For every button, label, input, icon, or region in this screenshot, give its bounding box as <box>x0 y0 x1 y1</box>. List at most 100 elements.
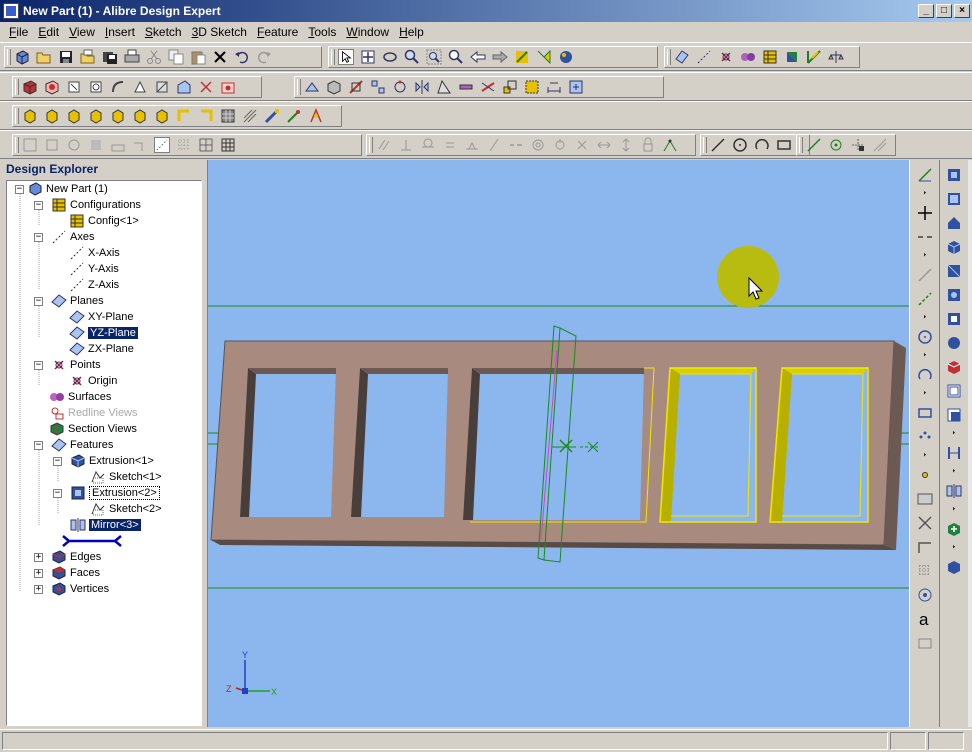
point-icon[interactable] <box>718 49 734 65</box>
collapse-toggle[interactable]: − <box>34 233 43 242</box>
menu-edit[interactable]: Edit <box>33 25 64 39</box>
minimize-button[interactable]: _ <box>918 4 934 18</box>
collapse-toggle[interactable]: − <box>15 185 24 194</box>
collapse-toggle[interactable]: − <box>34 361 43 370</box>
menu-tools[interactable]: Tools <box>303 25 341 39</box>
new-part-icon[interactable] <box>14 49 30 65</box>
sketch-icon[interactable] <box>514 49 530 65</box>
cut-icon[interactable] <box>146 49 162 65</box>
tree-edges[interactable]: + Edges <box>34 549 101 565</box>
paste-icon[interactable] <box>190 49 206 65</box>
cube-7-icon[interactable] <box>154 108 170 124</box>
section-view-icon[interactable] <box>945 444 963 462</box>
grid-icon[interactable] <box>916 562 934 580</box>
collinear-icon[interactable] <box>508 137 524 153</box>
snap-grid-icon[interactable] <box>198 137 214 153</box>
tree-xy-plane[interactable]: XY-Plane <box>69 309 133 325</box>
tree-vertices[interactable]: + Vertices <box>34 581 109 597</box>
explode-icon[interactable] <box>945 558 963 576</box>
measure-icon[interactable] <box>806 49 822 65</box>
dropdown-arrow-icon[interactable] <box>916 390 934 398</box>
menu-file[interactable]: File <box>4 25 33 39</box>
mirrored-window[interactable] <box>659 367 757 523</box>
dropdown-arrow-icon[interactable] <box>945 544 963 552</box>
tree-points[interactable]: − Points <box>34 357 101 373</box>
text-tool-icon[interactable]: a <box>916 610 934 628</box>
render-mode-icon[interactable] <box>945 358 963 376</box>
horizontal-icon[interactable] <box>464 137 480 153</box>
midpoint-icon[interactable] <box>574 137 590 153</box>
dropdown-arrow-icon[interactable] <box>945 468 963 476</box>
top-view-icon[interactable] <box>945 214 963 232</box>
ref-grid-icon[interactable] <box>850 137 866 153</box>
properties-icon[interactable] <box>828 49 844 65</box>
expand-toggle[interactable]: + <box>34 585 43 594</box>
corner-left-icon[interactable] <box>176 108 192 124</box>
front-view-icon[interactable] <box>945 166 963 184</box>
dropdown-arrow-icon[interactable] <box>916 314 934 322</box>
expand-toggle[interactable]: + <box>34 569 43 578</box>
grid-dots-icon[interactable] <box>176 137 192 153</box>
rectangle-tool-icon[interactable] <box>916 404 934 422</box>
extrude-icon[interactable] <box>536 49 552 65</box>
circle-tool-icon[interactable] <box>916 328 934 346</box>
scale-icon[interactable] <box>502 79 518 95</box>
previous-view-icon[interactable] <box>470 49 486 65</box>
collapse-toggle[interactable]: − <box>34 441 43 450</box>
model-view[interactable]: Y Z X <box>208 160 909 727</box>
extend-tool-icon[interactable] <box>916 538 934 556</box>
right-view-icon[interactable] <box>945 262 963 280</box>
tree-extrusion2[interactable]: − Extrusion<2> <box>53 485 160 501</box>
back-view-icon[interactable] <box>945 190 963 208</box>
tree-origin[interactable]: Origin <box>69 373 117 389</box>
snap-point-icon[interactable] <box>916 586 934 604</box>
tree-yz-plane[interactable]: YZ-Plane <box>69 325 138 341</box>
dropdown-arrow-icon[interactable] <box>916 252 934 260</box>
perpendicular-icon[interactable] <box>398 137 414 153</box>
hidden-line-icon[interactable] <box>945 406 963 424</box>
mirror-view-icon[interactable] <box>945 482 963 500</box>
collapse-toggle[interactable]: − <box>53 489 62 498</box>
ref-line-icon[interactable] <box>806 137 822 153</box>
tree-features[interactable]: − Features <box>34 437 113 453</box>
revolve-cut-icon[interactable] <box>88 79 104 95</box>
mirror-feature-icon[interactable] <box>414 79 430 95</box>
menu-window[interactable]: Window <box>341 25 394 39</box>
cube-3-icon[interactable] <box>66 108 82 124</box>
tree-section-views[interactable]: Section Views <box>49 421 137 437</box>
3d-viewport[interactable]: Y Z X <box>207 160 909 727</box>
menu-view[interactable]: View <box>64 25 100 39</box>
tree-config1[interactable]: Config<1> <box>69 213 139 229</box>
zoom-fit-icon[interactable] <box>448 49 464 65</box>
select-icon[interactable] <box>338 49 354 65</box>
lock-icon[interactable] <box>640 137 656 153</box>
trim-tool-icon[interactable] <box>916 514 934 532</box>
tree-axes[interactable]: − Axes <box>34 229 94 245</box>
constraint-icon[interactable] <box>568 79 584 95</box>
arc-tool-icon[interactable] <box>916 366 934 384</box>
compass-icon[interactable] <box>308 108 324 124</box>
explorer-splitter[interactable] <box>202 160 206 730</box>
ref-point-icon[interactable] <box>828 137 844 153</box>
tree-z-axis[interactable]: Z-Axis <box>69 277 119 293</box>
line-tool-icon[interactable] <box>916 166 934 184</box>
brush-icon[interactable] <box>264 108 280 124</box>
close-button[interactable]: × <box>954 4 970 18</box>
plane-icon[interactable] <box>674 49 690 65</box>
box-icon[interactable] <box>326 79 342 95</box>
mirror-icon[interactable] <box>740 49 756 65</box>
dash-line-icon[interactable] <box>916 228 934 246</box>
parallel-icon[interactable] <box>376 137 392 153</box>
tree-sketch1[interactable]: Sketch<1> <box>90 469 162 485</box>
table-icon[interactable] <box>762 49 778 65</box>
hole-icon[interactable] <box>220 79 236 95</box>
delete-icon[interactable] <box>212 49 228 65</box>
line-icon[interactable] <box>710 137 726 153</box>
tree-zx-plane[interactable]: ZX-Plane <box>69 341 134 357</box>
wireframe-icon[interactable] <box>945 382 963 400</box>
fillet-icon[interactable] <box>176 79 192 95</box>
centerline-icon[interactable] <box>916 266 934 284</box>
arc-icon[interactable] <box>754 137 770 153</box>
tree-sketch2[interactable]: Sketch<2> <box>90 501 162 517</box>
vertical-icon[interactable] <box>486 137 502 153</box>
